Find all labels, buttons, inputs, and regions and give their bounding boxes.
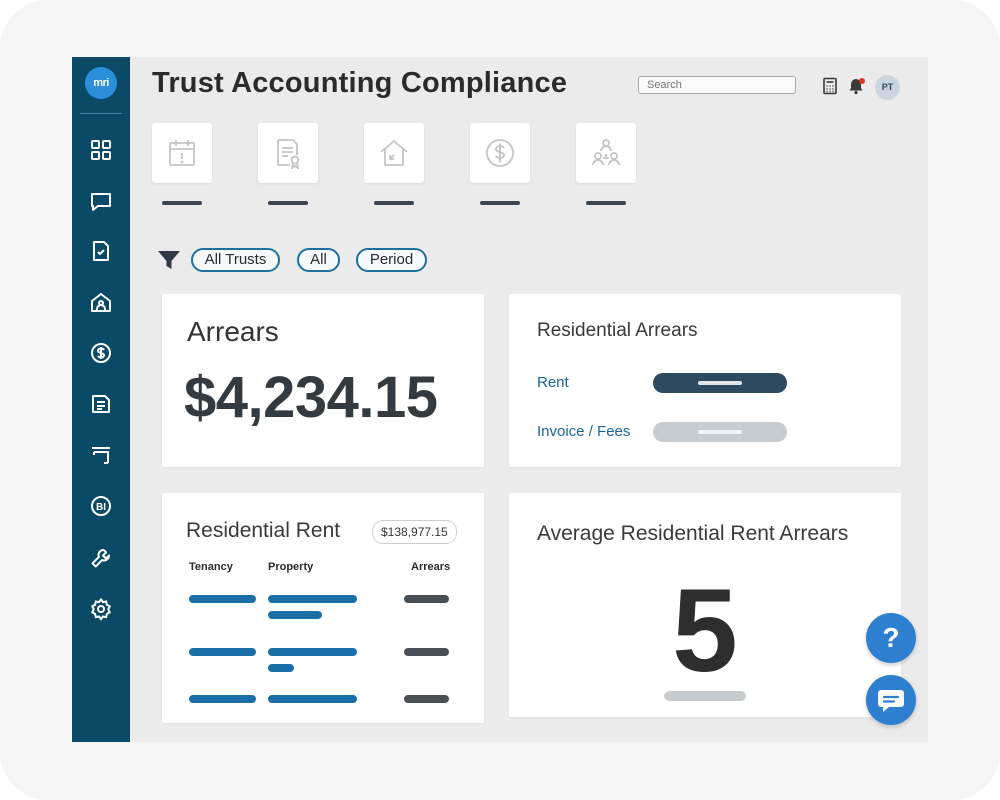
tile-property[interactable] xyxy=(364,123,424,183)
tenancy-placeholder xyxy=(189,695,256,703)
sidebar-item-dashboard[interactable] xyxy=(89,138,113,162)
property-placeholder xyxy=(268,611,322,619)
filter-icon[interactable] xyxy=(157,248,181,272)
sidebar-item-properties[interactable] xyxy=(89,290,113,314)
arrears-placeholder xyxy=(404,648,449,656)
property-placeholder xyxy=(268,695,357,703)
people-group-icon xyxy=(592,139,620,166)
tile-label-placeholder xyxy=(268,201,308,205)
total-badge: $138,977.15 xyxy=(372,520,457,544)
house-arrow-icon xyxy=(380,140,408,166)
card-title: Residential Rent xyxy=(186,519,341,542)
property-placeholder xyxy=(268,595,357,603)
residential-arrears-card: Residential Arrears Rent Invoice / Fees xyxy=(509,294,901,467)
search-input[interactable] xyxy=(638,76,796,94)
certificate-icon xyxy=(277,139,300,169)
average-arrears-card[interactable]: Average Residential Rent Arrears 5 xyxy=(509,493,901,717)
card-title: Residential Arrears xyxy=(537,320,698,341)
rent-link[interactable]: Rent xyxy=(537,374,569,391)
help-button[interactable]: ? xyxy=(866,613,916,663)
tenancy-placeholder xyxy=(189,648,256,656)
tile-label-placeholder xyxy=(374,201,414,205)
filter-pill-all-trusts[interactable]: All Trusts xyxy=(191,248,280,272)
tile-finance[interactable] xyxy=(470,123,530,183)
checklist-icon xyxy=(93,241,109,261)
sidebar: mri BI xyxy=(72,57,130,742)
card-title: Average Residential Rent Arrears xyxy=(537,522,849,545)
sidebar-item-documents[interactable] xyxy=(89,392,113,416)
arrears-placeholder xyxy=(404,695,449,703)
page-title: Trust Accounting Compliance xyxy=(152,67,568,99)
column-header-tenancy[interactable]: Tenancy xyxy=(189,561,233,573)
chat-button[interactable] xyxy=(866,675,916,725)
dollar-circle-icon xyxy=(486,139,514,167)
mri-logo[interactable]: mri xyxy=(85,67,117,99)
bi-icon: BI xyxy=(91,496,111,516)
property-placeholder xyxy=(268,648,357,656)
arrears-card[interactable]: Arrears $4,234.15 xyxy=(162,294,484,467)
arrears-placeholder xyxy=(404,595,449,603)
tile-label-placeholder xyxy=(480,201,520,205)
invoice-fees-link[interactable]: Invoice / Fees xyxy=(537,423,630,440)
dollar-icon xyxy=(91,343,111,363)
sidebar-item-compliance[interactable] xyxy=(89,239,113,263)
form-icon xyxy=(92,447,110,464)
card-title: Arrears xyxy=(187,316,279,347)
invoice-fees-bar[interactable] xyxy=(653,422,787,442)
bar-value-placeholder xyxy=(698,430,742,434)
settings-icon xyxy=(91,597,111,621)
chat-bubble-icon xyxy=(878,690,904,712)
tile-label-placeholder xyxy=(162,201,202,205)
app-window: mri BI Trust Accounting Compliance Searc… xyxy=(72,57,928,742)
wrench-icon xyxy=(91,549,110,568)
dashboard-grid-icon xyxy=(91,140,111,160)
rent-bar[interactable] xyxy=(653,373,787,393)
arrears-value: $4,234.15 xyxy=(184,365,438,430)
filter-pill-period[interactable]: Period xyxy=(356,248,427,272)
notification-dot xyxy=(859,78,865,84)
sidebar-item-forms[interactable] xyxy=(89,443,113,467)
calendar-alert-icon xyxy=(169,140,195,166)
home-person-icon xyxy=(91,293,111,312)
sidebar-item-messages[interactable] xyxy=(89,190,113,214)
avatar[interactable]: PT xyxy=(875,75,900,100)
help-icon: ? xyxy=(882,622,900,653)
tile-calendar[interactable] xyxy=(152,123,212,183)
tile-label-placeholder xyxy=(586,201,626,205)
tile-certificate[interactable] xyxy=(258,123,318,183)
filter-pill-all[interactable]: All xyxy=(297,248,340,272)
property-placeholder xyxy=(268,664,294,672)
sidebar-item-bi[interactable]: BI xyxy=(89,494,113,518)
sidebar-item-settings[interactable] xyxy=(89,597,113,621)
bar-value-placeholder xyxy=(698,381,742,385)
value-caption-placeholder xyxy=(664,691,746,701)
document-icon xyxy=(92,395,110,413)
tile-contacts[interactable] xyxy=(576,123,636,183)
average-value: 5 xyxy=(672,565,738,697)
sidebar-item-tools[interactable] xyxy=(89,546,113,570)
chat-icon xyxy=(91,193,111,211)
svg-text:BI: BI xyxy=(96,502,106,513)
sidebar-divider xyxy=(80,113,122,114)
residential-rent-card: Residential Rent $138,977.15 Tenancy Pro… xyxy=(162,493,484,723)
calculator-icon[interactable] xyxy=(821,77,839,95)
column-header-property[interactable]: Property xyxy=(268,561,313,573)
column-header-arrears[interactable]: Arrears xyxy=(411,561,450,573)
sidebar-item-finance[interactable] xyxy=(89,341,113,365)
tenancy-placeholder xyxy=(189,595,256,603)
